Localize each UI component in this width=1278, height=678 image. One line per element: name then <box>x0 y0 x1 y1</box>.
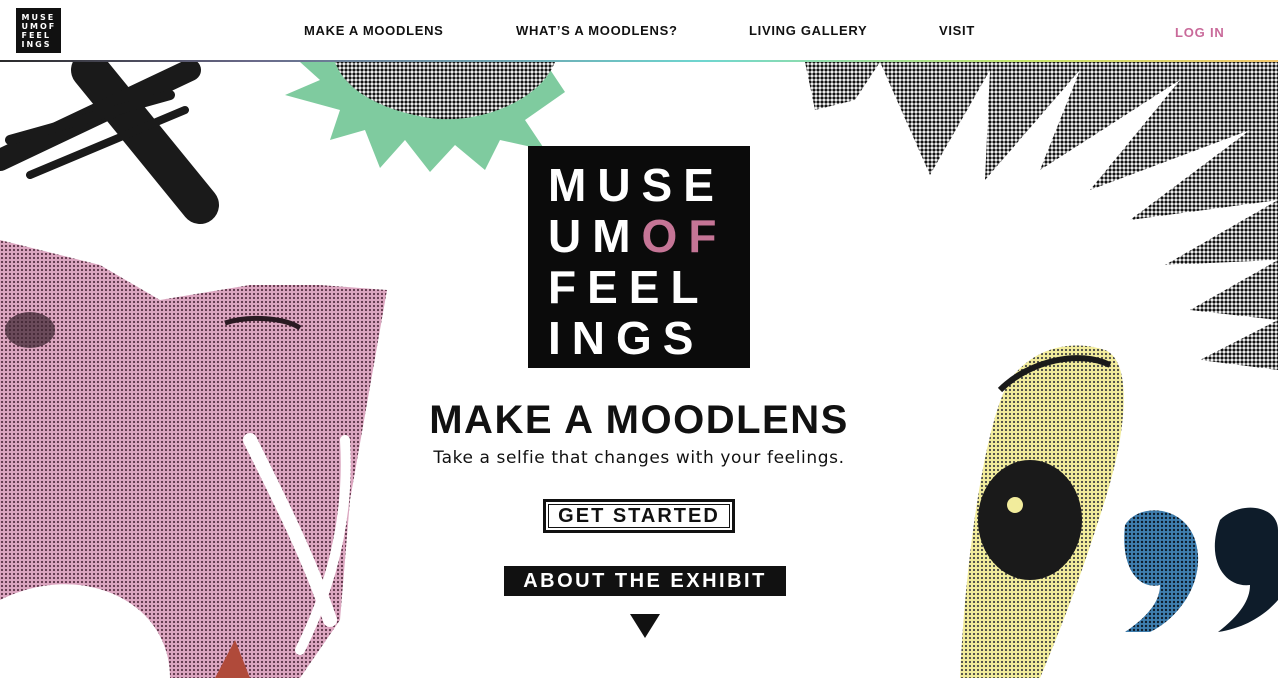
header-divider <box>0 60 1278 62</box>
nav-make-a-moodlens[interactable]: MAKE A MOODLENS <box>304 23 444 38</box>
logo-row: UMOF <box>548 211 750 262</box>
logo-row: MUSE <box>548 159 725 211</box>
logo-row: FEEL <box>21 30 51 40</box>
nav-living-gallery[interactable]: LIVING GALLERY <box>749 23 867 38</box>
logo-row: INGS <box>21 39 52 49</box>
site-logo[interactable]: MUSE UMOF FEEL INGS <box>16 8 61 53</box>
logo-row: UMOF <box>21 21 57 31</box>
nav-whats-a-moodlens[interactable]: WHAT’S A MOODLENS? <box>516 23 678 38</box>
logo-text-accent: OF <box>641 210 728 262</box>
museum-logo: MUSE UMOF FEEL INGS <box>528 146 750 368</box>
hero-section: MUSE UMOF FEEL INGS MAKE A MOODLENS Take… <box>0 62 1278 678</box>
login-link[interactable]: LOG IN <box>1175 25 1225 40</box>
logo-row: MUSE <box>21 12 56 22</box>
logo-row: FEEL <box>548 261 710 313</box>
logo-row: INGS <box>548 312 705 364</box>
hero-subtitle: Take a selfie that changes with your fee… <box>433 448 845 468</box>
top-navigation-bar: MUSE UMOF FEEL INGS MAKE A MOODLENS WHAT… <box>0 0 1278 62</box>
nav-visit[interactable]: VISIT <box>939 23 975 38</box>
logo-text: UM <box>548 210 642 262</box>
hero-title: MAKE A MOODLENS <box>429 398 849 442</box>
about-the-exhibit-button[interactable]: ABOUT THE EXHIBIT <box>504 566 786 596</box>
get-started-button[interactable]: GET STARTED <box>541 497 737 535</box>
down-arrow-icon[interactable] <box>630 614 660 638</box>
